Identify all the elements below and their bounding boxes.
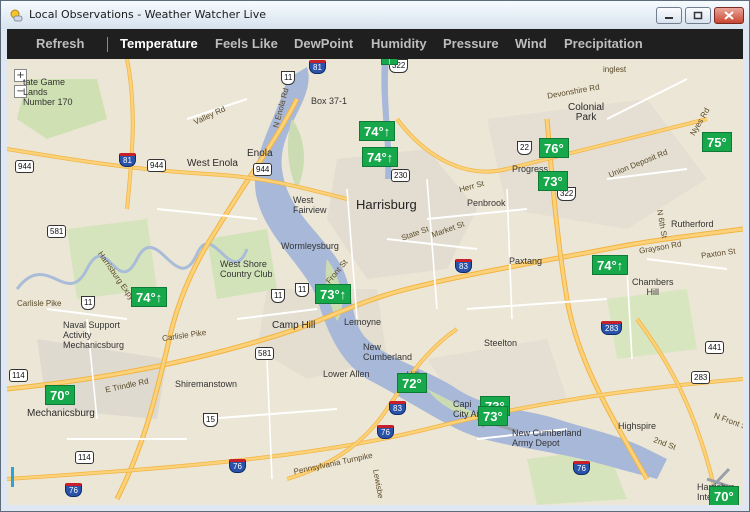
place-colonial-park: Colonial Park — [568, 102, 605, 123]
place-harrisburg: Harrisburg — [356, 197, 417, 212]
interstate-shield-81: 81 — [119, 153, 136, 167]
route-shield-114: 114 — [9, 369, 28, 382]
place-new-cumberland-army-depot: New Cumberland Army Depot — [512, 428, 582, 448]
maximize-icon — [693, 11, 703, 20]
maximize-button[interactable] — [685, 7, 711, 24]
route-shield-230: 230 — [391, 169, 411, 182]
interstate-shield-83: 83 — [389, 401, 406, 415]
map-edge-marker — [11, 467, 14, 487]
route-shield-581: 581 — [47, 225, 67, 238]
tab-feels-like[interactable]: Feels Like — [215, 36, 278, 51]
close-button[interactable] — [714, 7, 744, 24]
place-lemoyne: Lemoyne — [344, 317, 382, 327]
route-shield-114: 114 — [75, 451, 94, 464]
interstate-shield-76: 76 — [573, 461, 590, 475]
title-bar[interactable]: Local Observations - Weather Watcher Liv… — [1, 1, 749, 29]
route-shield-441: 441 — [705, 341, 725, 354]
place-naval-support-activity: Naval Support Activity Mechanicsburg — [63, 320, 125, 350]
place-penbrook: Penbrook — [467, 198, 506, 208]
tab-pressure[interactable]: Pressure — [443, 36, 499, 51]
route-shield-11: 11 — [81, 296, 96, 310]
tab-precipitation[interactable]: Precipitation — [564, 36, 643, 51]
place-new-cumberland: New Cumberland — [363, 342, 413, 362]
temperature-reading-badge[interactable]: ↑ — [381, 59, 398, 67]
temperature-reading-badge[interactable]: 73° — [478, 406, 508, 426]
temperature-reading-badge[interactable]: 73°↑ — [315, 284, 352, 304]
interstate-shield-81: 81 — [309, 60, 326, 74]
place-paxtang: Paxtang — [509, 256, 543, 266]
observation-map[interactable]: + − tate Game Lands Number 170 West Enol… — [7, 59, 743, 505]
place-west-fairview: West Fairview — [293, 195, 327, 215]
route-shield-581: 581 — [255, 347, 275, 360]
temperature-reading-badge[interactable]: 75° — [702, 132, 732, 152]
place-wormleysburg: Wormleysburg — [281, 241, 339, 251]
minimize-button[interactable] — [656, 7, 682, 24]
place-shiremanstown: Shiremanstown — [175, 379, 238, 389]
tab-humidity[interactable]: Humidity — [371, 36, 427, 51]
place-box-37: Box 37-1 — [311, 96, 348, 106]
place-enola: Enola — [247, 148, 273, 159]
route-shield-944: 944 — [253, 163, 273, 176]
close-icon — [724, 11, 734, 20]
route-shield-22: 22 — [517, 141, 532, 155]
tab-temperature[interactable]: Temperature — [120, 36, 198, 51]
place-west-enola: West Enola — [187, 158, 238, 169]
temperature-reading-badge[interactable]: 73° — [538, 171, 568, 191]
temperature-reading-badge[interactable]: 70° — [45, 385, 75, 405]
interstate-shield-76: 76 — [229, 459, 246, 473]
tab-dewpoint[interactable]: DewPoint — [294, 36, 353, 51]
place-chambers-hill: Chambers Hill — [632, 277, 674, 297]
tab-wind[interactable]: Wind — [515, 36, 547, 51]
temperature-reading-badge[interactable]: 74°↑ — [592, 255, 629, 275]
route-shield-11: 11 — [295, 283, 310, 297]
temperature-reading-badge[interactable]: 74°↑ — [131, 287, 168, 307]
route-shield-283: 283 — [691, 371, 711, 384]
minimize-icon — [665, 17, 673, 19]
temperature-reading-badge[interactable]: 70° — [709, 486, 739, 505]
place-capital-city-airport: Capi City Ai — [453, 399, 479, 419]
route-shield-944: 944 — [147, 159, 167, 172]
road-carlisle-pike-west: Carlisle Pike — [17, 299, 62, 308]
route-shield-944: 944 — [15, 160, 35, 173]
place-camp-hill: Camp Hill — [272, 320, 316, 331]
interstate-shield-76: 76 — [377, 425, 394, 439]
place-state-game-lands: tate Game Lands Number 170 — [23, 77, 73, 107]
interstate-shield-83: 83 — [455, 259, 472, 273]
metric-toolbar: Refresh Temperature Feels Like DewPoint … — [7, 29, 743, 59]
app-window: Local Observations - Weather Watcher Liv… — [0, 0, 750, 512]
road-linglestown: inglest — [603, 65, 627, 74]
weather-watcher-app-icon — [10, 9, 23, 22]
temperature-reading-badge[interactable]: 74°↑ — [359, 121, 396, 141]
route-shield-11: 11 — [271, 289, 286, 303]
place-rutherford: Rutherford — [671, 219, 714, 229]
route-shield-11: 11 — [281, 71, 296, 85]
place-lower-allen: Lower Allen — [323, 369, 370, 379]
route-shield-15: 15 — [203, 413, 218, 427]
toolbar-separator — [107, 37, 108, 52]
interstate-shield-283: 283 — [601, 321, 623, 335]
place-west-shore-country-club: West Shore Country Club — [220, 259, 273, 279]
window-title: Local Observations - Weather Watcher Liv… — [29, 8, 266, 21]
temperature-reading-badge[interactable]: 74°↑ — [362, 147, 399, 167]
refresh-button[interactable]: Refresh — [36, 36, 84, 51]
place-steelton: Steelton — [484, 338, 518, 348]
temperature-reading-badge[interactable]: 72° — [397, 373, 427, 393]
place-highspire: Highspire — [618, 421, 657, 431]
temperature-reading-badge[interactable]: 76° — [539, 138, 569, 158]
place-mechanicsburg: Mechanicsburg — [27, 408, 95, 419]
interstate-shield-76: 76 — [65, 483, 82, 497]
